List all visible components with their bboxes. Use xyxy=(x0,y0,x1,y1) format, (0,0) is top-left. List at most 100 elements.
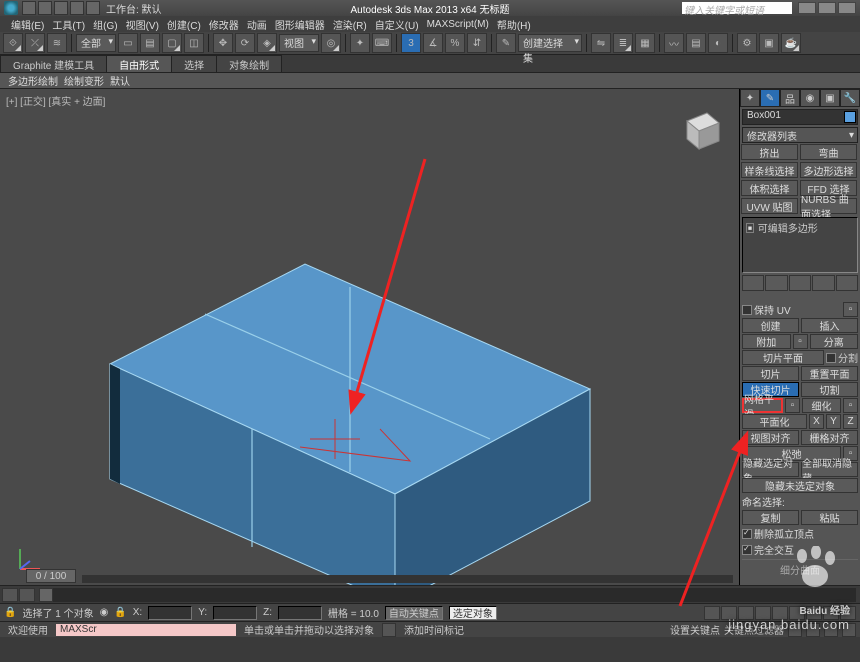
nav-zoom-icon[interactable] xyxy=(789,606,805,620)
manipulate-icon[interactable]: ✦ xyxy=(350,33,370,53)
select-icon[interactable]: ▭ xyxy=(118,33,138,53)
layer-manager-icon[interactable]: ▦ xyxy=(635,33,655,53)
snap-toggle-icon[interactable]: 3 xyxy=(401,33,421,53)
render-setup-icon[interactable]: ⚙ xyxy=(737,33,757,53)
mod-spline-sel[interactable]: 样条线选择 xyxy=(741,162,798,178)
select-scale-icon[interactable]: ◈ xyxy=(257,33,277,53)
nav-prev-icon[interactable] xyxy=(721,606,737,620)
time-slider[interactable]: 0 / 100 xyxy=(6,573,733,583)
timeline-mini-icon[interactable] xyxy=(2,588,18,602)
tab-utilities-icon[interactable]: 🔧 xyxy=(840,89,860,107)
slice-button[interactable]: 切片 xyxy=(742,366,799,381)
qat-save-icon[interactable] xyxy=(54,1,68,15)
menu-modifiers[interactable]: 修改器 xyxy=(206,17,242,32)
keep-uv-checkbox[interactable] xyxy=(742,305,752,315)
nav-orbit-icon[interactable] xyxy=(823,606,839,620)
make-planar-button[interactable]: 平面化 xyxy=(742,414,807,429)
ribbon-sub-default[interactable]: 默认 xyxy=(110,73,130,88)
menu-create[interactable]: 创建(C) xyxy=(164,17,204,32)
ribbon-sub-paintdeform[interactable]: 绘制变形 xyxy=(64,73,104,88)
isolate-icon[interactable]: ◉ xyxy=(100,607,109,618)
configure-sets-icon[interactable] xyxy=(836,275,858,291)
maxscript-listener[interactable]: MAXScr xyxy=(56,624,236,636)
unhide-all-button[interactable]: 全部取消隐藏 xyxy=(801,462,858,477)
tab-hierarchy-icon[interactable]: 品 xyxy=(780,89,800,107)
menu-graph-editors[interactable]: 图形编辑器 xyxy=(272,17,328,32)
menu-animation[interactable]: 动画 xyxy=(244,17,270,32)
planar-z-button[interactable]: Z xyxy=(843,414,858,429)
qat-redo-icon[interactable] xyxy=(86,1,100,15)
frame-marker[interactable] xyxy=(39,588,53,602)
select-region-icon[interactable]: ▢ xyxy=(162,33,182,53)
ref-coord-combo[interactable]: 视图 xyxy=(279,34,319,52)
schematic-view-icon[interactable]: ▤ xyxy=(686,33,706,53)
tab-create-icon[interactable]: ✦ xyxy=(740,89,760,107)
y-coord-field[interactable] xyxy=(213,606,257,620)
set-key-button[interactable]: 设置关键点 xyxy=(670,622,720,637)
spinner-snap-icon[interactable]: ⇵ xyxy=(467,33,487,53)
menu-tools[interactable]: 工具(T) xyxy=(49,17,88,32)
rendered-frame-icon[interactable]: ▣ xyxy=(759,33,779,53)
tab-freeform[interactable]: 自由形式 xyxy=(106,55,172,72)
viewcube-icon[interactable] xyxy=(675,107,721,153)
nav-maximize-icon[interactable] xyxy=(840,606,856,620)
angle-snap-icon[interactable]: ∡ xyxy=(423,33,443,53)
tab-object-paint[interactable]: 对象绘制 xyxy=(216,55,282,72)
bind-space-warp-icon[interactable]: ≋ xyxy=(47,33,67,53)
qat-new-icon[interactable] xyxy=(22,1,36,15)
auto-key-button[interactable]: 自动关键点 xyxy=(385,606,443,620)
create-button[interactable]: 创建 xyxy=(742,318,799,333)
material-editor-icon[interactable]: ◐ xyxy=(708,33,728,53)
nav-goto-end-icon[interactable] xyxy=(772,606,788,620)
planar-y-button[interactable]: Y xyxy=(826,414,841,429)
split-checkbox[interactable] xyxy=(826,353,836,363)
minimize-icon[interactable] xyxy=(798,2,816,14)
tab-display-icon[interactable]: ▣ xyxy=(820,89,840,107)
tab-motion-icon[interactable]: ◉ xyxy=(800,89,820,107)
add-time-tag[interactable]: 添加时间标记 xyxy=(400,622,468,637)
close-icon[interactable] xyxy=(838,2,856,14)
select-rotate-icon[interactable]: ⟳ xyxy=(235,33,255,53)
cut-button[interactable]: 切割 xyxy=(801,382,858,397)
menu-help[interactable]: 帮助(H) xyxy=(494,17,534,32)
viewport[interactable]: [+] [正交] [真实 + 边面] xyxy=(0,89,740,585)
mirror-icon[interactable]: ⇋ xyxy=(591,33,611,53)
tab-graphite[interactable]: Graphite 建模工具 xyxy=(0,55,107,72)
track-ruler[interactable] xyxy=(39,588,856,602)
attach-button[interactable]: 附加 xyxy=(742,334,791,349)
mod-vol-sel[interactable]: 体积选择 xyxy=(741,180,798,196)
lock-icon[interactable]: 🔒 xyxy=(4,607,16,618)
select-move-icon[interactable]: ✥ xyxy=(213,33,233,53)
keep-uv-settings-icon[interactable]: ▫ xyxy=(843,302,858,317)
render-icon[interactable]: ☕ xyxy=(781,33,801,53)
menu-rendering[interactable]: 渲染(R) xyxy=(330,17,370,32)
key-filters-button[interactable]: 关键点过滤器 xyxy=(724,622,784,637)
make-unique-icon[interactable] xyxy=(789,275,811,291)
grid-align-button[interactable]: 栅格对齐 xyxy=(801,430,858,445)
comm-center-icon[interactable] xyxy=(382,623,396,637)
delete-iso-checkbox[interactable] xyxy=(742,529,752,539)
time-slider-thumb[interactable]: 0 / 100 xyxy=(26,569,76,583)
menu-edit[interactable]: 编辑(E) xyxy=(8,17,47,32)
menu-group[interactable]: 组(G) xyxy=(90,17,120,32)
copy-button[interactable]: 复制 xyxy=(742,510,799,525)
planar-x-button[interactable]: X xyxy=(809,414,824,429)
reset-plane-button[interactable]: 重置平面 xyxy=(801,366,858,381)
tessellate-button[interactable]: 细化 xyxy=(802,398,841,413)
insert-button[interactable]: 插入 xyxy=(801,318,858,333)
curve-editor-icon[interactable]: 〰 xyxy=(664,33,684,53)
window-crossing-icon[interactable]: ◫ xyxy=(184,33,204,53)
object-color-swatch[interactable] xyxy=(844,111,856,123)
pin-stack-icon[interactable] xyxy=(742,275,764,291)
nav-pan2-icon[interactable] xyxy=(824,623,838,637)
object-name-field[interactable]: Box001 xyxy=(742,109,858,125)
menu-customize[interactable]: 自定义(U) xyxy=(372,17,422,32)
nav-goto-start-icon[interactable] xyxy=(704,606,720,620)
select-name-icon[interactable]: ▤ xyxy=(140,33,160,53)
qat-undo-icon[interactable] xyxy=(70,1,84,15)
menu-maxscript[interactable]: MAXScript(M) xyxy=(424,19,492,30)
msmooth-settings-icon[interactable]: ▫ xyxy=(785,398,800,413)
ribbon-sub-polydraw[interactable]: 多边形绘制 xyxy=(8,73,58,88)
nav-next-icon[interactable] xyxy=(755,606,771,620)
show-result-icon[interactable] xyxy=(765,275,787,291)
